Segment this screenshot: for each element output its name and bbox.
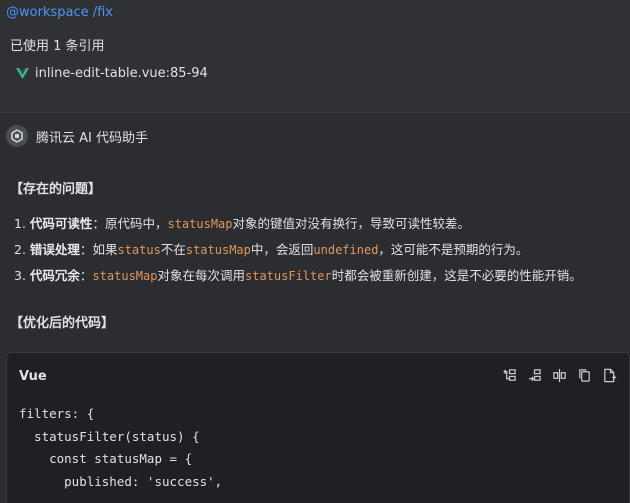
optimized-code-title: 【优化后的代码】 (10, 316, 115, 331)
code-line: const statusMap = { (19, 451, 193, 466)
chat-panel: @workspace /fix 已使用 1 条引用 inline-edit-ta… (0, 0, 630, 503)
issue-item: 2. 错误处理：如果status不在statusMap中，会返回undefine… (14, 242, 529, 257)
issue-item: 1. 代码可读性：原代码中，statusMap对象的键值对没有换行，导致可读性较… (14, 216, 471, 231)
user-message: @workspace /fix 已使用 1 条引用 inline-edit-ta… (0, 0, 630, 113)
code-line: statusFilter(status) { (19, 428, 200, 444)
copy-icon[interactable] (576, 367, 592, 383)
code-language: Vue (19, 369, 47, 384)
code-line: published: 'success', (19, 473, 223, 489)
reference-file-link[interactable]: inline-edit-table.vue:85-94 (16, 66, 208, 81)
vue-icon (16, 67, 29, 79)
code-line: filters: { (19, 406, 95, 421)
assistant-name: 腾讯云 AI 代码助手 (36, 130, 148, 146)
code-content[interactable]: filters: { statusFilter(status) { const … (19, 403, 222, 493)
code-block: Vue filters: {statusFilter(status) {co… (6, 352, 630, 503)
workspace-mention[interactable]: @workspace /fix (6, 5, 113, 20)
issue-item: 3. 代码冗余：statusMap对象在每次调用statusFilter时都会被… (14, 268, 582, 283)
insert-after-icon[interactable] (526, 367, 542, 383)
assistant-header: 腾讯云 AI 代码助手 (6, 125, 148, 147)
assistant-logo-icon (6, 125, 28, 147)
code-toolbar (501, 367, 617, 383)
diff-icon[interactable] (551, 367, 567, 383)
insert-before-icon[interactable] (501, 367, 517, 383)
new-file-icon[interactable] (601, 367, 617, 383)
issues-title: 【存在的问题】 (10, 182, 102, 197)
reference-count: 已使用 1 条引用 (10, 39, 105, 54)
reference-file-name: inline-edit-table.vue:85-94 (35, 66, 208, 81)
issue-list: 1. 代码可读性：原代码中，statusMap对象的键值对没有换行，导致可读性较… (14, 211, 582, 289)
